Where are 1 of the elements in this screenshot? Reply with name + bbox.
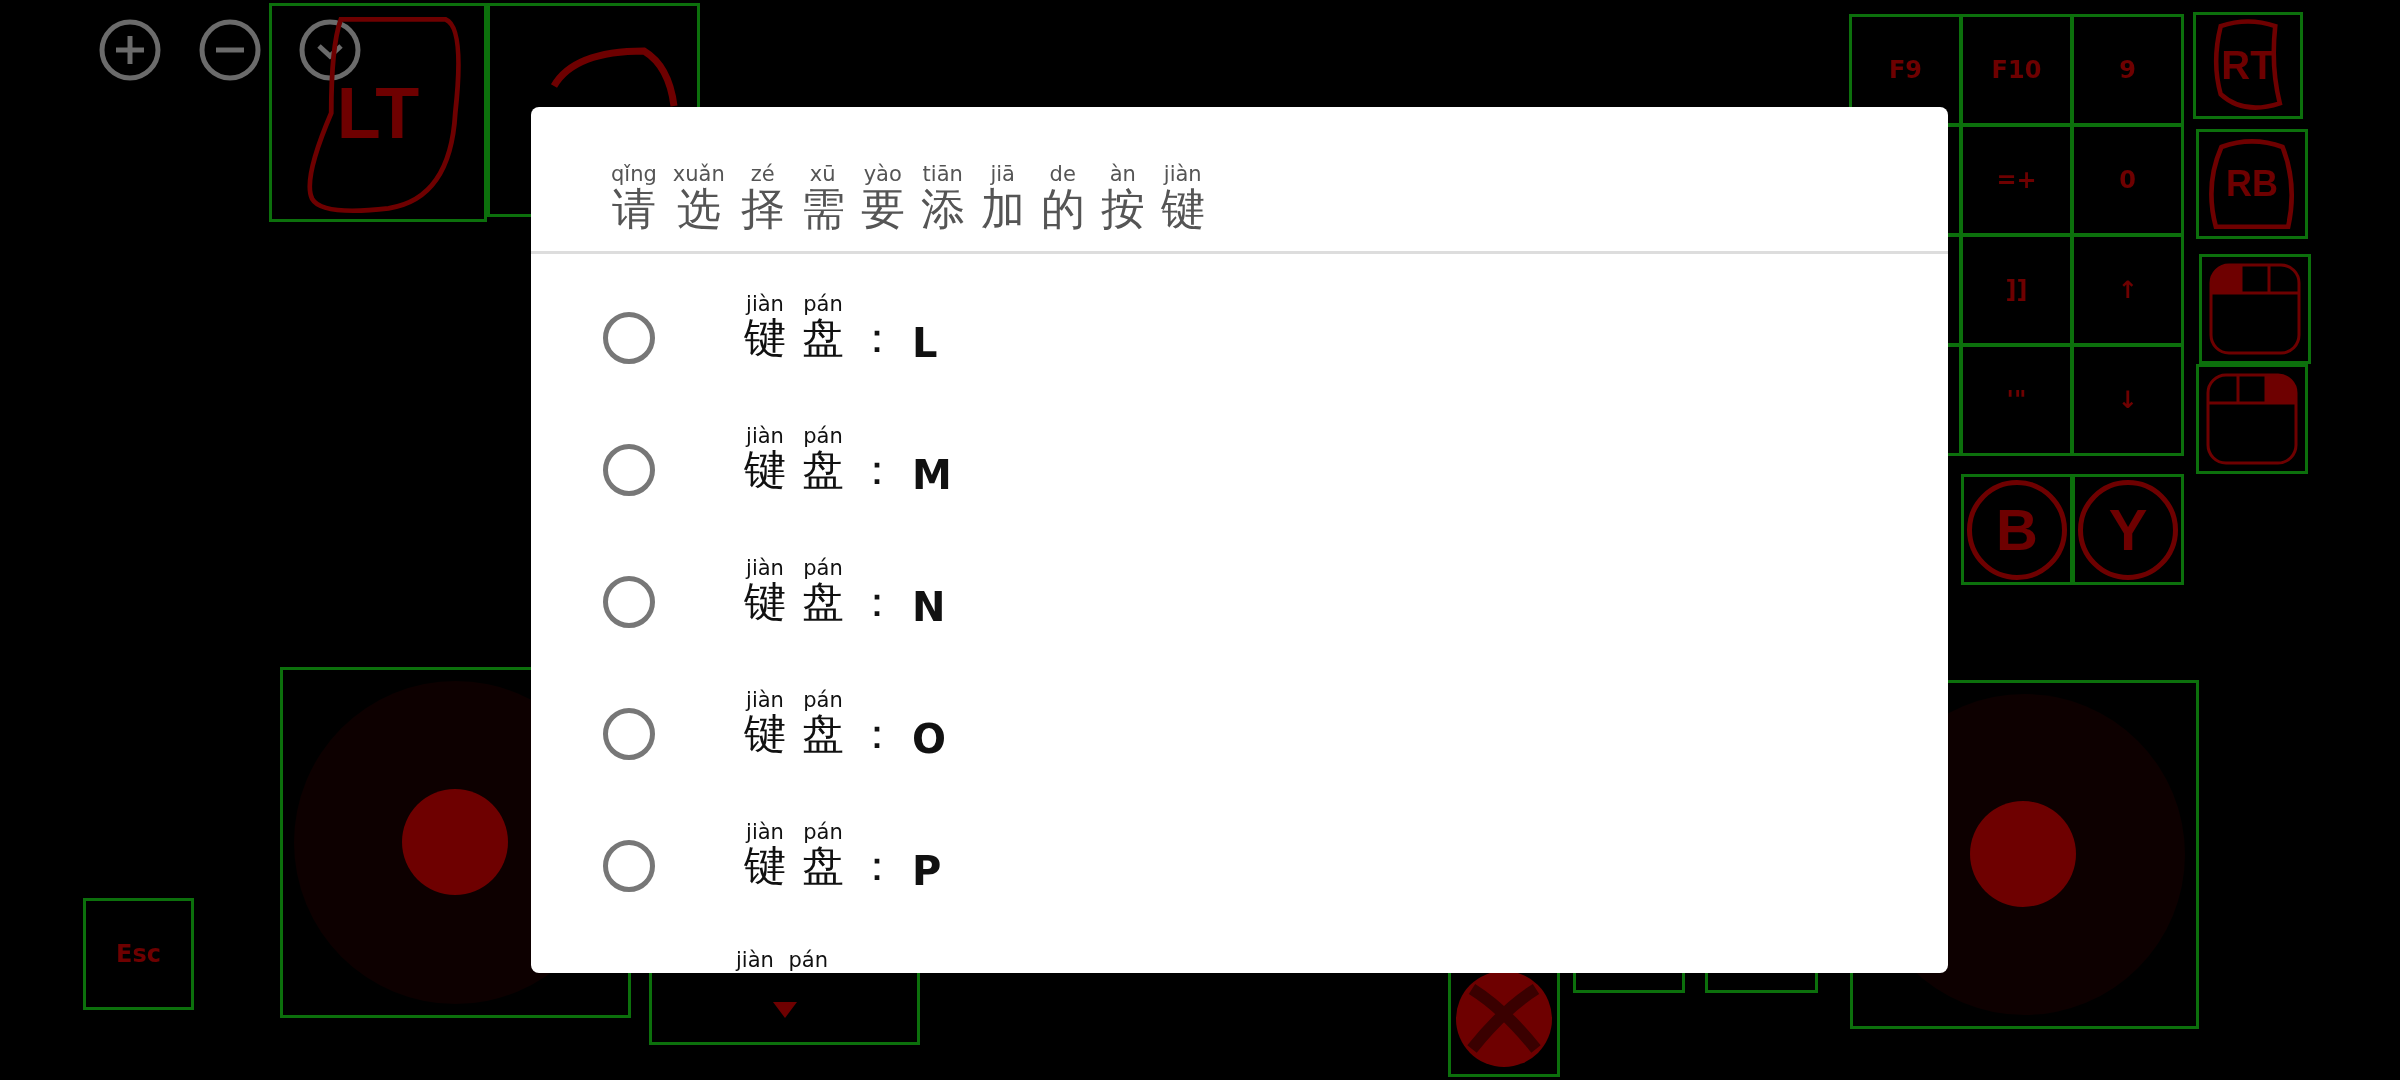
dialog-title: 请 qǐng 选 xuǎn 择 zé 需 xū 要 yào 添 tiān 加 jiā 的 de 按 àn 键 jiàn <box>610 162 1206 236</box>
